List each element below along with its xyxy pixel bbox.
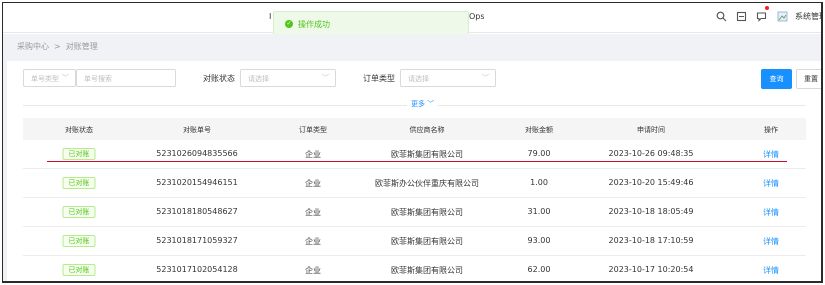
status-badge: 已对账	[62, 235, 96, 247]
cell-time: 2023-10-20 15:49:46	[608, 178, 694, 187]
annotation-underline	[47, 161, 787, 162]
col-header-no: 对账单号	[183, 126, 211, 134]
order-no-type-placeholder: 单号类型	[31, 75, 59, 83]
message-icon[interactable]	[755, 11, 767, 23]
cell-type: 企业	[305, 208, 321, 217]
col-header-supplier: 供应商名称	[409, 126, 445, 134]
more-filters-label[interactable]: 更多 ﹀	[407, 99, 439, 109]
order-no-type-select[interactable]: 单号类型 ﹀	[23, 69, 76, 87]
app-window: I Ops 系统管理员 ✓ 操作成功 采购中心 > 对账管理 单号类型 ﹀	[2, 2, 823, 283]
table-row: 已对账 5231020154946151 企业 欧菲斯办公伙伴重庆有限公司 1.…	[23, 169, 806, 198]
breadcrumb-bar: 采购中心 > 对账管理	[3, 34, 821, 58]
search-icon[interactable]	[715, 11, 727, 23]
notification-dot	[765, 6, 769, 10]
cell-no: 5231018180548627	[156, 207, 238, 216]
details-link[interactable]: 详情	[763, 149, 779, 160]
reset-button[interactable]: 重置	[796, 69, 821, 89]
cell-type: 企业	[305, 266, 321, 275]
chevron-down-icon: ﹀	[482, 74, 489, 82]
status-filter-label: 对账状态	[203, 74, 235, 83]
col-header-time: 申请时间	[637, 126, 665, 134]
user-name[interactable]: 系统管理员	[795, 11, 821, 22]
cell-type: 企业	[305, 150, 321, 159]
cell-time: 2023-10-17 10:20:54	[608, 265, 694, 274]
status-badge: 已对账	[62, 264, 96, 276]
breadcrumb: 采购中心 > 对账管理	[17, 41, 98, 52]
order-type-filter-label: 订单类型	[363, 74, 395, 83]
status-select-placeholder: 请选择	[248, 75, 269, 83]
details-link[interactable]: 详情	[763, 207, 779, 218]
breadcrumb-item-purchase-center[interactable]: 采购中心	[17, 42, 49, 51]
avatar[interactable]	[776, 11, 788, 23]
order-type-select[interactable]: 请选择 ﹀	[400, 69, 496, 87]
cell-type: 企业	[305, 179, 321, 188]
fullscreen-icon[interactable]	[735, 11, 747, 23]
status-badge: 已对账	[62, 148, 96, 160]
details-link[interactable]: 详情	[763, 236, 779, 247]
breadcrumb-item-reconciliation: 对账管理	[65, 42, 98, 51]
status-badge: 已对账	[62, 206, 96, 218]
status-select[interactable]: 请选择 ﹀	[240, 69, 336, 87]
table-row: 已对账 5231018180548627 企业 欧菲斯集团有限公司 31.00 …	[23, 198, 806, 227]
cell-no: 5231017102054128	[156, 265, 238, 274]
details-link[interactable]: 详情	[763, 265, 779, 276]
app-title-fragment-left: I	[269, 12, 272, 21]
toast-message: 操作成功	[298, 20, 330, 29]
cell-amount: 1.00	[530, 178, 548, 187]
col-header-amount: 对账金额	[525, 126, 553, 134]
cell-amount: 62.00	[527, 265, 551, 274]
query-button[interactable]: 查询	[761, 69, 792, 89]
order-no-search-input[interactable]: 单号搜索	[76, 69, 176, 87]
success-toast: ✓ 操作成功	[273, 11, 469, 35]
cell-supplier: 欧菲斯集团有限公司	[391, 266, 463, 275]
details-link[interactable]: 详情	[763, 178, 779, 189]
cell-amount: 31.00	[527, 207, 551, 216]
table-row: 已对账 5231018171059327 企业 欧菲斯集团有限公司 93.00 …	[23, 227, 806, 256]
breadcrumb-separator: >	[54, 42, 61, 51]
cell-amount: 93.00	[527, 236, 551, 245]
table-header: 对账状态 对账单号 订单类型 供应商名称 对账金额 申请时间 操作	[23, 118, 806, 140]
chevron-down-icon: ﹀	[62, 74, 69, 82]
col-header-action: 操作	[764, 126, 778, 134]
status-badge: 已对账	[62, 177, 96, 189]
cell-no: 5231026094835566	[156, 149, 238, 158]
cell-time: 2023-10-26 09:48:35	[608, 149, 694, 158]
cell-supplier: 欧菲斯集团有限公司	[391, 208, 463, 217]
check-circle-icon: ✓	[285, 20, 293, 28]
cell-time: 2023-10-18 18:05:49	[608, 207, 694, 216]
col-header-type: 订单类型	[299, 126, 327, 134]
cell-supplier: 欧菲斯集团有限公司	[391, 150, 463, 159]
cell-supplier: 欧菲斯办公伙伴重庆有限公司	[375, 179, 479, 188]
col-header-status: 对账状态	[65, 126, 93, 134]
cell-no: 5231020154946151	[156, 178, 238, 187]
chevron-down-icon: ﹀	[322, 74, 329, 82]
cell-time: 2023-10-18 17:10:59	[608, 236, 694, 245]
cell-amount: 79.00	[527, 149, 551, 158]
main-panel: 单号类型 ﹀ 单号搜索 对账状态 请选择 ﹀ 订单类型 请选择 ﹀ 查询 重置 …	[7, 61, 821, 281]
cell-type: 企业	[305, 237, 321, 246]
cell-no: 5231018171059327	[156, 236, 238, 245]
table-row: 已对账 5231017102054128 企业 欧菲斯集团有限公司 62.00 …	[23, 256, 806, 281]
table-row: 已对账 5231026094835566 企业 欧菲斯集团有限公司 79.00 …	[23, 140, 806, 169]
cell-supplier: 欧菲斯集团有限公司	[391, 237, 463, 246]
more-filters-toggle[interactable]: 更多 ﹀	[7, 99, 821, 111]
app-title-fragment-right: Ops	[469, 12, 485, 21]
order-type-select-placeholder: 请选择	[408, 75, 429, 83]
order-no-search-placeholder: 单号搜索	[84, 75, 112, 83]
